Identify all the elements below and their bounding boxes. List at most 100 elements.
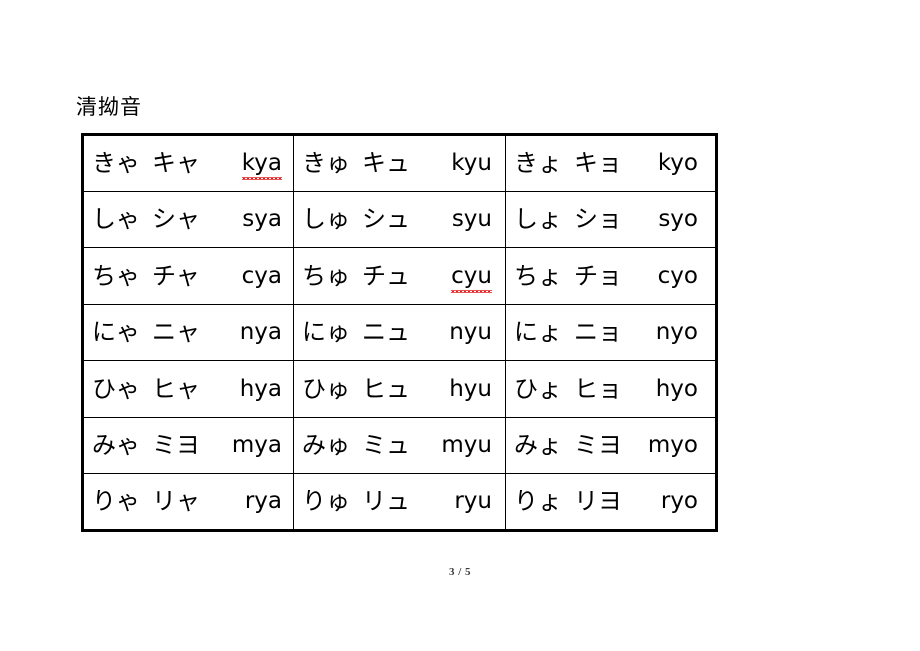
hiragana-text: きょ [514, 149, 562, 178]
kana-cell-content: ちゅ チュ cyu [302, 248, 496, 304]
kana-cell: りゃ リャ rya [82, 473, 294, 531]
romaji-text: kyu [451, 150, 492, 177]
document-page: 清拗音 きゃ キャ kya きゅ キュ kyu きょ キョ kyo しゃ シャ sya しゅ シュ syu し… [0, 0, 920, 651]
kana-cell-content: きゃ キャ kya [92, 136, 284, 191]
romaji-text: myo [647, 432, 698, 459]
romaji-text: syu [451, 206, 492, 233]
romaji-container: cya [200, 262, 284, 290]
kana-cell-content: ひゃ ヒャ hya [92, 361, 284, 417]
kana-cell-content: ちゃ チャ cya [92, 248, 284, 304]
romaji-container: myu [410, 431, 496, 459]
romaji-container: kyo [622, 149, 706, 177]
hiragana-text: しょ [514, 205, 562, 234]
kana-table-row: ひゃ ヒャ hya ひゅ ヒュ hyu ひょ ヒョ hyo [82, 360, 717, 418]
katakana-text: ヒャ [152, 374, 200, 403]
kana-cell: ひゅ ヒュ hyu [293, 360, 506, 418]
romaji-text: ryu [454, 488, 492, 515]
katakana-text: キャ [152, 149, 200, 178]
romaji-container: kya [200, 149, 284, 181]
romaji-container: ryo [622, 487, 706, 515]
kana-cell: しゅ シュ syu [293, 190, 506, 248]
hiragana-text: ひゃ [92, 374, 140, 403]
katakana-text: キョ [574, 149, 622, 178]
kana-table-body: きゃ キャ kya きゅ キュ kyu きょ キョ kyo しゃ シャ sya しゅ シュ syu しょ ショ s… [82, 134, 717, 531]
kana-table-row: ちゃ チャ cya ちゅ チュ cyu ちょ チョ cyo [82, 247, 717, 305]
hiragana-text: ちゃ [92, 261, 140, 290]
romaji-text: hyo [655, 375, 698, 402]
katakana-text: ニョ [574, 318, 622, 347]
kana-cell: きゃ キャ kya [82, 134, 294, 192]
kana-cell: にゅ ニュ nyu [293, 303, 506, 361]
romaji-text: nya [239, 319, 282, 346]
kana-cell: きゅ キュ kyu [293, 134, 506, 192]
hiragana-text: きゃ [92, 149, 140, 178]
kana-cell-content: みょ ミヨ myo [514, 418, 706, 474]
hiragana-text: ひょ [514, 374, 562, 403]
romaji-text: syo [658, 206, 698, 233]
katakana-text: シャ [152, 205, 200, 234]
katakana-text: ミヨ [574, 431, 622, 460]
kana-table-row: にゃ ニャ nya にゅ ニュ nyu にょ ニョ nyo [82, 303, 717, 361]
romaji-text: nyo [655, 319, 698, 346]
kana-cell-content: にゃ ニャ nya [92, 305, 284, 361]
romaji-text-misspelled: cyu [451, 262, 492, 293]
romaji-text: ryo [660, 488, 698, 515]
kana-cell-content: しゅ シュ syu [302, 192, 496, 248]
hiragana-text: にゃ [92, 318, 140, 347]
kana-cell-content: りゃ リャ rya [92, 474, 284, 529]
kana-cell-content: みゃ ミヨ mya [92, 418, 284, 474]
hiragana-text: ちょ [514, 261, 562, 290]
romaji-container: syo [622, 205, 706, 233]
romaji-text: hyu [449, 375, 492, 402]
kana-cell: ひょ ヒョ hyo [505, 360, 717, 418]
romaji-container: nyo [622, 318, 706, 346]
hiragana-text: みょ [514, 431, 562, 460]
kana-cell: ちゃ チャ cya [82, 247, 294, 305]
kana-cell: しょ ショ syo [505, 190, 717, 248]
kana-cell: にゃ ニャ nya [82, 303, 294, 361]
hiragana-text: りゃ [92, 487, 140, 516]
kana-cell-content: りゅ リュ ryu [302, 474, 496, 529]
katakana-text: ミヨ [152, 431, 200, 460]
romaji-container: nya [200, 318, 284, 346]
kana-cell-content: きゅ キュ kyu [302, 136, 496, 191]
romaji-container: hya [200, 375, 284, 403]
romaji-container: ryu [410, 487, 496, 515]
romaji-container: cyu [410, 262, 496, 293]
katakana-text: ニュ [362, 318, 410, 347]
hiragana-text: りゅ [302, 487, 350, 516]
hiragana-text: しゃ [92, 205, 140, 234]
romaji-container: rya [200, 487, 284, 515]
page-title: 清拗音 [76, 95, 142, 119]
romaji-container: sya [200, 205, 284, 233]
kana-cell: みゃ ミヨ mya [82, 416, 294, 474]
katakana-text: チュ [362, 261, 410, 290]
katakana-text: ミュ [362, 431, 410, 460]
kana-cell: みょ ミヨ myo [505, 416, 717, 474]
katakana-text: チョ [574, 261, 622, 290]
kana-cell: ひゃ ヒャ hya [82, 360, 294, 418]
kana-table-row: しゃ シャ sya しゅ シュ syu しょ ショ syo [82, 190, 717, 248]
kana-table-row: きゃ キャ kya きゅ キュ kyu きょ キョ kyo [82, 134, 717, 192]
romaji-container: mya [200, 431, 284, 459]
romaji-container: kyu [410, 149, 496, 177]
katakana-text: リュ [362, 487, 410, 516]
kana-cell-content: ひょ ヒョ hyo [514, 361, 706, 417]
romaji-text-misspelled: kya [241, 150, 283, 181]
hiragana-text: にょ [514, 318, 562, 347]
kana-table: きゃ キャ kya きゅ キュ kyu きょ キョ kyo しゃ シャ sya しゅ シュ syu しょ ショ s… [81, 133, 718, 532]
romaji-text: hya [239, 375, 282, 402]
kana-cell: きょ キョ kyo [505, 134, 717, 192]
katakana-text: ショ [574, 205, 622, 234]
romaji-container: syu [410, 205, 496, 233]
kana-cell: みゅ ミュ myu [293, 416, 506, 474]
kana-cell-content: ひゅ ヒュ hyu [302, 361, 496, 417]
katakana-text: ヒョ [574, 374, 622, 403]
hiragana-text: しゅ [302, 205, 350, 234]
romaji-text: cyo [657, 262, 698, 289]
kana-cell-content: きょ キョ kyo [514, 136, 706, 191]
romaji-text: rya [244, 488, 282, 515]
katakana-text: シュ [362, 205, 410, 234]
kana-cell-content: しゃ シャ sya [92, 192, 284, 248]
romaji-text: nyu [449, 319, 492, 346]
